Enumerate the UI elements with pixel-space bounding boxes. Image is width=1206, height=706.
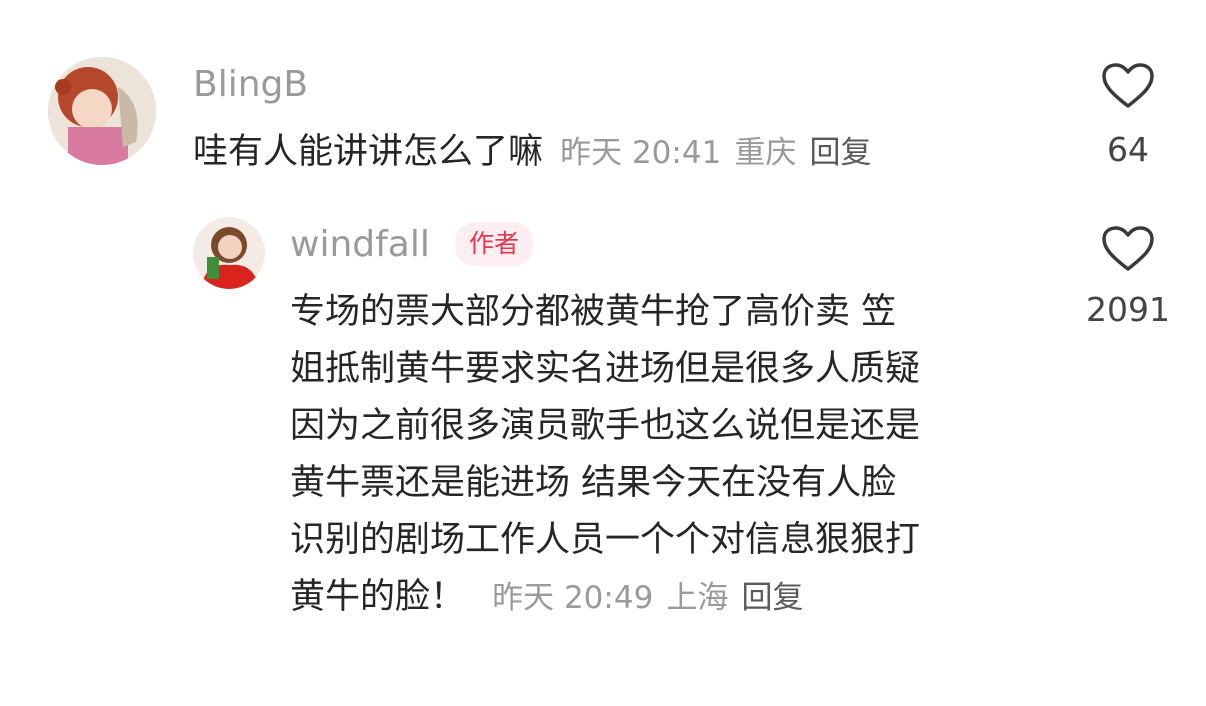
reply-text-line: 黄牛的脸！ xyxy=(290,577,466,617)
reply-location: 上海 xyxy=(666,580,729,616)
reply-time: 昨天 20:49 xyxy=(492,580,654,616)
like-count: 2091 xyxy=(1086,290,1170,329)
comment-text: 哇有人能讲讲怎么了嘛 xyxy=(193,132,544,172)
reply-text-line: 姐抵制黄牛要求实名进场但是很多人质疑 xyxy=(290,349,921,389)
reply-text-line: 因为之前很多演员歌手也这么说但是还是 xyxy=(290,406,921,446)
heart-outline-icon xyxy=(1102,63,1154,108)
heart-outline-icon xyxy=(1102,226,1154,271)
reply-text-line: 专场的票大部分都被黄牛抢了高价卖 笠 xyxy=(290,292,897,332)
like-count: 64 xyxy=(1107,130,1149,169)
reply-text-line: 黄牛票还是能进场 结果今天在没有人脸 xyxy=(290,463,897,503)
avatar-icon xyxy=(193,217,265,289)
comment-row: 哇有人能讲讲怎么了嘛 昨天 20:41 重庆 回复 xyxy=(193,124,872,181)
reply-text: 专场的票大部分都被黄牛抢了高价卖 笠 姐抵制黄牛要求实名进场但是很多人质疑 因为… xyxy=(290,284,1070,626)
reply-username[interactable]: windfall xyxy=(290,223,430,267)
avatar[interactable] xyxy=(48,57,156,165)
author-badge: 作者 xyxy=(455,222,534,266)
like-button[interactable] xyxy=(1101,62,1155,110)
like-button[interactable] xyxy=(1101,225,1155,273)
reply-button[interactable]: 回复 xyxy=(810,135,872,171)
reply-last-row: 黄牛的脸！ 昨天 20:49 上海 回复 xyxy=(290,569,1070,626)
reply-button[interactable]: 回复 xyxy=(742,580,804,616)
comment-time: 昨天 20:41 xyxy=(560,135,722,171)
avatar[interactable] xyxy=(193,217,265,289)
avatar-icon xyxy=(48,57,156,165)
comment-username[interactable]: BlingB xyxy=(193,63,308,107)
reply-text-line: 识别的剧场工作人员一个个对信息狠狠打 xyxy=(290,520,921,560)
comment-location: 重庆 xyxy=(734,135,797,171)
